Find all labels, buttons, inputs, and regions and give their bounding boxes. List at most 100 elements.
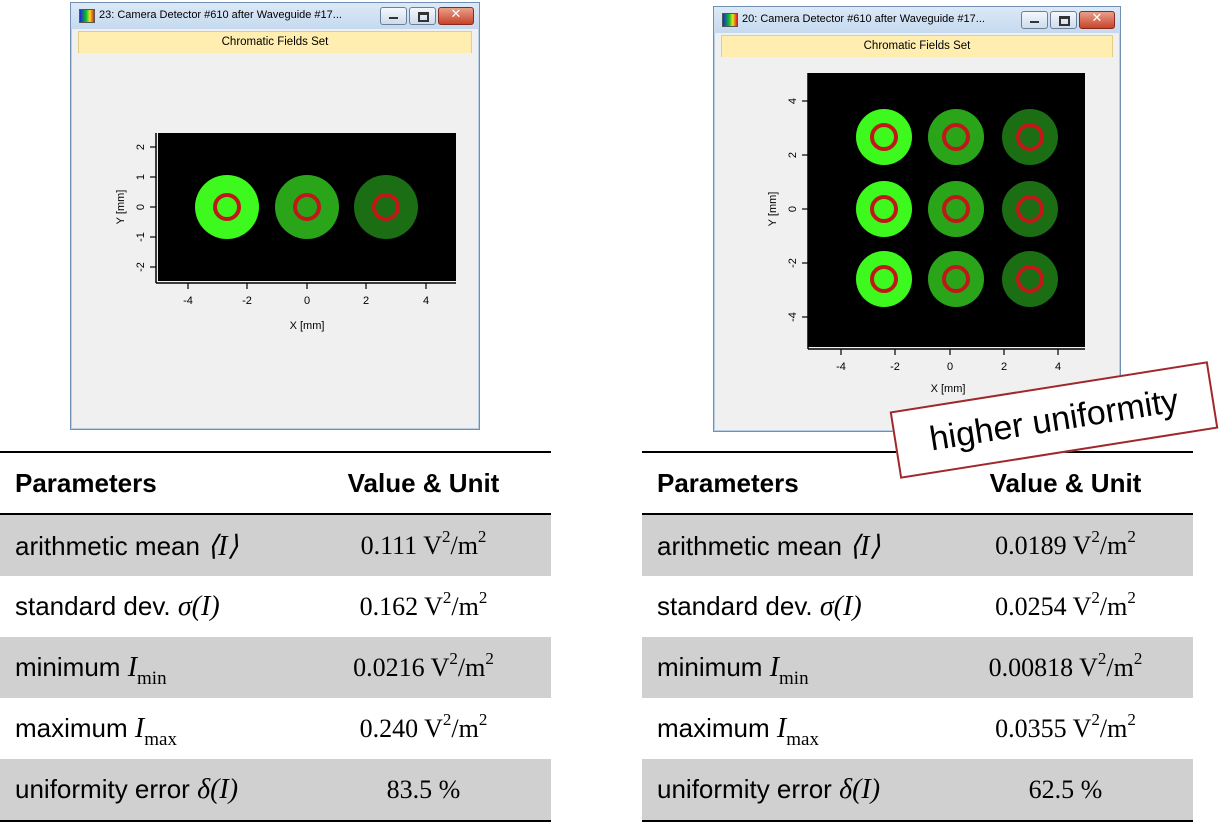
unit-label: V2/m2 <box>1072 709 1136 743</box>
maximize-button[interactable] <box>1050 11 1077 29</box>
param-subscript: max <box>144 728 177 750</box>
x-axis-label: X [mm] <box>931 383 966 395</box>
param-label: maximum <box>15 712 128 743</box>
table-row: standard dev. σ(I) 0.162 V2/m2 <box>0 576 551 637</box>
y-tick-label: 0 <box>787 206 799 212</box>
x-tick-label: 0 <box>947 361 953 373</box>
param-subscript: max <box>786 728 819 750</box>
minimize-button[interactable] <box>1021 11 1048 29</box>
param-symbol: ⟨I⟩ <box>849 530 881 562</box>
plot-canvas[interactable]: -4 -2 0 2 4 X [mm] 2 1 0 -1 -2 Y [mm] <box>78 53 472 421</box>
app-icon <box>79 9 95 23</box>
y-tick-label: 0 <box>135 204 147 210</box>
table-row: uniformity error δ(I) 83.5 % <box>0 759 551 821</box>
y-tick-label: -1 <box>135 232 147 242</box>
window-titlebar[interactable]: 23: Camera Detector #610 after Waveguide… <box>71 3 479 29</box>
param-value: 83.5 % <box>386 774 461 804</box>
unit-label: V2/m2 <box>424 587 488 621</box>
param-label: arithmetic mean <box>15 530 200 561</box>
window-title: 20: Camera Detector #610 after Waveguide… <box>742 13 985 25</box>
param-label: maximum <box>657 712 770 743</box>
spot <box>928 109 984 165</box>
param-symbol: I <box>769 651 780 683</box>
detector-window-23[interactable]: 23: Camera Detector #610 after Waveguide… <box>70 2 480 430</box>
param-value: 0.0216 <box>353 652 425 682</box>
y-tick-label: -2 <box>787 258 799 268</box>
app-icon <box>722 13 738 27</box>
y-axis-label: Y [mm] <box>767 192 779 227</box>
x-tick-label: -2 <box>242 295 252 307</box>
spot <box>928 181 984 237</box>
param-value: 0.240 <box>359 713 419 743</box>
x-tick-label: 0 <box>304 295 310 307</box>
param-symbol: I <box>776 712 787 744</box>
param-value: 0.0254 <box>995 591 1067 621</box>
y-tick-label: 2 <box>135 144 147 150</box>
x-tick-label: 4 <box>423 295 429 307</box>
param-subscript: min <box>779 667 809 689</box>
window-title: 23: Camera Detector #610 after Waveguide… <box>99 9 342 21</box>
table-row: arithmetic mean ⟨I⟩ 0.0189 V2/m2 <box>642 514 1193 576</box>
spot-center <box>275 175 339 239</box>
param-symbol: ⟨I⟩ <box>207 530 239 562</box>
detector-window-20[interactable]: 20: Camera Detector #610 after Waveguide… <box>713 6 1121 432</box>
param-label: minimum <box>657 651 763 682</box>
table-row: minimum Imin 0.00818 V2/m2 <box>642 637 1193 698</box>
param-value: 0.00818 <box>988 652 1074 682</box>
param-label: minimum <box>15 651 121 682</box>
table-row: maximum Imax 0.0355 V2/m2 <box>642 698 1193 759</box>
table-row: maximum Imax 0.240 V2/m2 <box>0 698 551 759</box>
spot-grid <box>856 109 1058 307</box>
parameters-table-left: Parameters Value & Unit arithmetic mean … <box>0 451 551 822</box>
minimize-button[interactable] <box>380 7 407 25</box>
header-value: Value & Unit <box>296 452 551 515</box>
close-button[interactable]: ✕ <box>438 7 474 25</box>
y-tick-label: 1 <box>135 174 147 180</box>
table-header: Parameters Value & Unit <box>0 452 551 515</box>
header-parameters: Parameters <box>0 452 296 515</box>
maximize-icon <box>1059 16 1070 26</box>
spot-right <box>354 175 418 239</box>
x-axis-label: X [mm] <box>290 320 325 332</box>
minimize-icon <box>1030 21 1039 23</box>
maximize-button[interactable] <box>409 7 436 25</box>
y-tick-label: -4 <box>787 312 799 322</box>
unit-label: V2/m2 <box>1079 648 1143 682</box>
param-value: 0.111 <box>360 530 418 560</box>
x-ticks <box>187 283 427 289</box>
y-tick-label: 2 <box>787 152 799 158</box>
spot <box>1002 251 1058 307</box>
unit-label: V2/m2 <box>430 648 494 682</box>
spot <box>856 109 912 165</box>
minimize-icon <box>389 17 398 19</box>
unit-label: V2/m2 <box>1072 526 1136 560</box>
param-symbol: σ(I) <box>177 590 220 622</box>
close-icon: ✕ <box>1091 11 1103 26</box>
param-symbol: δ(I) <box>839 773 881 805</box>
y-tick-label: -2 <box>135 262 147 272</box>
y-axis-label: Y [mm] <box>115 190 127 225</box>
window-subtitle: Chromatic Fields Set <box>721 35 1113 58</box>
unit-label: V2/m2 <box>423 526 487 560</box>
param-value: 0.162 <box>359 591 419 621</box>
y-tick-label: 4 <box>787 98 799 104</box>
parameters-table-right: Parameters Value & Unit arithmetic mean … <box>642 451 1193 822</box>
param-label: standard dev. <box>15 590 171 621</box>
spot <box>1002 181 1058 237</box>
unit-label: V2/m2 <box>1072 587 1136 621</box>
spot <box>856 251 912 307</box>
window-titlebar[interactable]: 20: Camera Detector #610 after Waveguide… <box>714 7 1120 33</box>
x-tick-label: 4 <box>1055 361 1061 373</box>
spot <box>856 181 912 237</box>
table-row: standard dev. σ(I) 0.0254 V2/m2 <box>642 576 1193 637</box>
param-value: 0.0189 <box>995 530 1067 560</box>
spot-left <box>195 175 259 239</box>
spot <box>928 251 984 307</box>
y-ticks <box>150 146 156 268</box>
plot-canvas[interactable]: -4 -2 0 2 4 X [mm] 4 2 0 -2 -4 Y [mm] <box>721 57 1113 423</box>
close-icon: ✕ <box>450 7 462 22</box>
param-label: arithmetic mean <box>657 530 842 561</box>
table-row: uniformity error δ(I) 62.5 % <box>642 759 1193 821</box>
close-button[interactable]: ✕ <box>1079 11 1115 29</box>
y-ticks <box>802 100 808 318</box>
